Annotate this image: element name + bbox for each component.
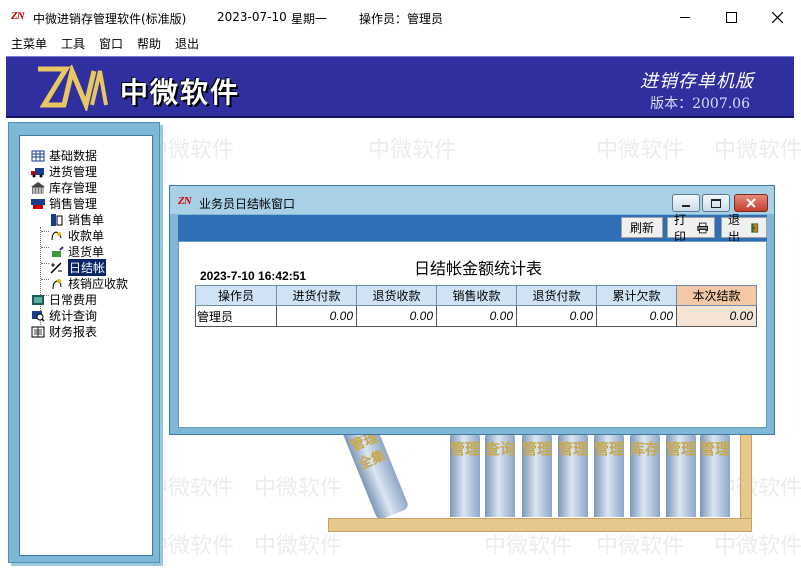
table-cell[interactable]: 0.00 — [516, 305, 597, 327]
nav-item-sales[interactable]: 销售管理 — [31, 195, 97, 212]
books-decoration: 管理全集 管理 查询 管理 管理 管理 库存 管理 管理 — [328, 400, 752, 533]
brand-logo — [38, 65, 108, 111]
menu-tools[interactable]: 工具 — [61, 35, 85, 52]
nav-item-daily-expense[interactable]: 日常费用 — [31, 291, 97, 308]
menu-main[interactable]: 主菜单 — [11, 35, 47, 52]
close-icon — [746, 198, 756, 208]
settlement-table: 操作员 进货付款 退货收款 销售收款 退货付款 累计欠款 本次结款 管理员 0.… — [195, 285, 757, 327]
book-spine: 管理 — [666, 432, 696, 517]
product-version: 版本：2007.06 — [650, 96, 750, 112]
nav-item-statistics[interactable]: 统计查询 — [31, 307, 97, 324]
receipt-icon — [51, 213, 63, 226]
dialog-title: 业务员日结帐窗口 — [199, 197, 296, 211]
table-cell[interactable]: 0.00 — [276, 305, 357, 327]
window-title: 中微进销存管理软件(标准版) — [33, 12, 187, 26]
watermark: 中微软件 — [368, 138, 457, 163]
book-spine: 查询 — [485, 432, 515, 517]
nav-item-financial-report[interactable]: 财务报表 — [31, 323, 97, 340]
refresh-button[interactable]: 刷新 — [621, 217, 663, 238]
minimize-button[interactable] — [662, 0, 708, 34]
dialog-maximize-button[interactable] — [702, 194, 730, 212]
close-button[interactable] — [754, 0, 800, 34]
search-chart-icon — [32, 310, 45, 322]
daily-settlement-dialog: ZN 业务员日结帐窗口 刷新 打印 退出 日结帐金额统计表 2023-7-10 … — [169, 185, 775, 435]
dialog-close-button[interactable] — [734, 194, 768, 212]
watermark: 中微软件 — [596, 138, 685, 163]
exit-button[interactable]: 退出 — [721, 213, 767, 244]
maximize-button[interactable] — [708, 0, 754, 34]
book-spine: 管理 — [450, 432, 480, 517]
app-logo: ZN — [11, 10, 25, 22]
menu-bar: 主菜单 工具 窗口 帮助 退出 — [0, 34, 801, 52]
column-header[interactable]: 进货付款 — [276, 285, 357, 306]
truck-icon — [31, 167, 44, 177]
grid-icon — [31, 150, 45, 161]
report-icon — [31, 326, 45, 337]
return-icon — [52, 245, 64, 257]
title-date: 2023-07-10 — [217, 10, 287, 24]
column-header[interactable]: 累计欠款 — [596, 285, 677, 306]
dialog-body: 日结帐金额统计表 2023-7-10 16:42:51 操作员 进货付款 退货收… — [178, 241, 767, 428]
print-button-label: 打印 — [674, 212, 687, 244]
cart-icon — [31, 198, 45, 209]
nav-panel: 基础数据 进货管理 库存管理 销售管理 销售单 收款单 退货单 日结帐 核销应收… — [8, 122, 160, 563]
tree-connector — [41, 263, 49, 264]
book-spine: 管理 — [558, 432, 588, 517]
nav-item-basic-data[interactable]: 基础数据 — [31, 147, 97, 164]
banner: 中微软件 进销存单机版 版本：2007.06 — [6, 56, 794, 118]
nav-item-sales-order[interactable]: 销售单 — [50, 211, 104, 228]
column-header[interactable]: 本次结款 — [676, 285, 757, 306]
refresh-button-label: 刷新 — [629, 221, 654, 235]
calendar-icon — [32, 294, 44, 305]
door-exit-icon — [751, 222, 759, 233]
dialog-toolbar: 刷新 打印 退出 — [178, 213, 767, 244]
column-header[interactable]: 操作员 — [195, 285, 277, 306]
tree-connector — [41, 247, 49, 248]
tree-connector — [41, 279, 49, 280]
exit-button-label: 退出 — [728, 212, 741, 244]
report-datetime: 2023-7-10 16:42:51 — [200, 269, 307, 283]
brand-name: 中微软件 — [120, 76, 241, 109]
book-spine: 管理 — [522, 432, 552, 517]
watermark: 中微软件 — [714, 138, 801, 163]
table-cell[interactable]: 0.00 — [356, 305, 437, 327]
column-header[interactable]: 退货收款 — [356, 285, 437, 306]
table-row[interactable]: 管理员 0.00 0.00 0.00 0.00 0.00 0.00 — [195, 305, 757, 327]
nav-tree: 基础数据 进货管理 库存管理 销售管理 销售单 收款单 退货单 日结帐 核销应收… — [19, 135, 153, 556]
table-cell[interactable]: 0.00 — [676, 305, 757, 327]
table-cell[interactable]: 管理员 — [195, 305, 277, 327]
column-header[interactable]: 退货付款 — [516, 285, 597, 306]
nav-item-verify-receivable[interactable]: 核销应收款 — [50, 275, 128, 292]
nav-item-return[interactable]: 退货单 — [50, 243, 104, 260]
book-spine: 管理 — [700, 432, 730, 517]
column-header[interactable]: 销售收款 — [436, 285, 517, 306]
hand-money-icon — [51, 230, 62, 240]
table-cell[interactable]: 0.00 — [436, 305, 517, 327]
nav-item-inventory[interactable]: 库存管理 — [31, 179, 97, 196]
table-cell[interactable]: 0.00 — [596, 305, 677, 327]
product-name: 进销存单机版 — [640, 71, 754, 92]
print-button[interactable]: 打印 — [667, 213, 715, 244]
book-spine: 库存 — [630, 432, 660, 517]
title-weekday: 星期一 — [291, 12, 328, 26]
nav-item-purchase[interactable]: 进货管理 — [31, 163, 97, 180]
bookshelf — [328, 518, 752, 532]
dialog-logo: ZN — [178, 195, 192, 207]
report-title: 日结帐金额统计表 — [414, 259, 543, 278]
menu-exit[interactable]: 退出 — [175, 35, 199, 52]
title-operator: 操作员：管理员 — [359, 12, 444, 26]
menu-window[interactable]: 窗口 — [99, 35, 123, 52]
tree-connector — [41, 231, 49, 232]
book-spine: 管理 — [594, 432, 624, 517]
printer-icon — [696, 222, 708, 233]
title-bar: ZN 中微进销存管理软件(标准版) 2023-07-10 星期一 操作员：管理员 — [0, 0, 801, 34]
dialog-minimize-button[interactable] — [672, 194, 700, 212]
warehouse-icon — [31, 181, 45, 194]
menu-help[interactable]: 帮助 — [137, 35, 161, 52]
percent-icon — [50, 261, 62, 274]
nav-item-daily-settlement[interactable]: 日结帐 — [50, 259, 107, 276]
close-icon — [771, 11, 783, 23]
nav-item-receipt[interactable]: 收款单 — [50, 227, 104, 244]
verify-icon — [52, 278, 62, 289]
